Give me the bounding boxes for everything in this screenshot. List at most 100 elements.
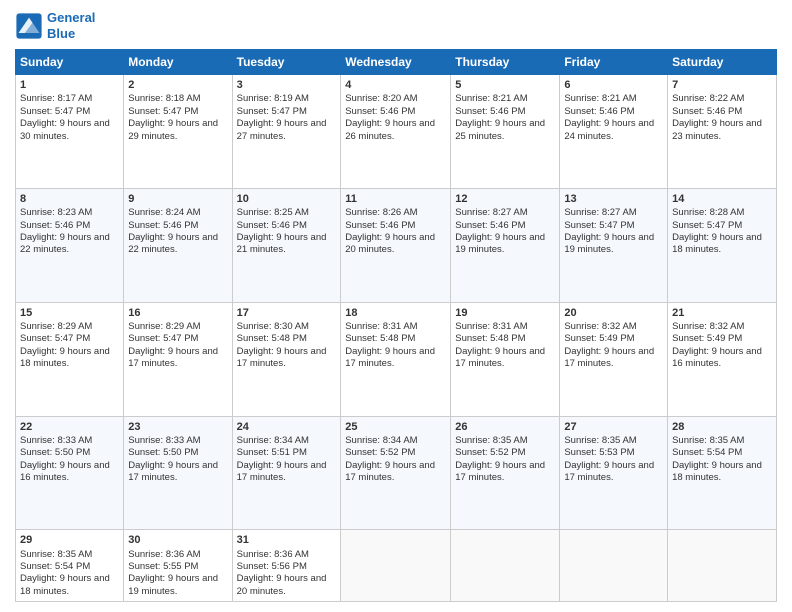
- calendar-header-row: SundayMondayTuesdayWednesdayThursdayFrid…: [16, 50, 777, 75]
- sunset-text: Sunset: 5:46 PM: [564, 106, 634, 117]
- daylight-text: Daylight: 9 hours and 22 minutes.: [128, 232, 218, 255]
- day-number: 12: [455, 192, 555, 206]
- sunrise-text: Sunrise: 8:22 AM: [672, 93, 744, 104]
- calendar-cell: [668, 530, 777, 602]
- calendar-cell: 20 Sunrise: 8:32 AM Sunset: 5:49 PM Dayl…: [560, 302, 668, 416]
- daylight-text: Daylight: 9 hours and 17 minutes.: [564, 460, 654, 483]
- calendar-cell: 6 Sunrise: 8:21 AM Sunset: 5:46 PM Dayli…: [560, 75, 668, 189]
- sunrise-text: Sunrise: 8:24 AM: [128, 207, 200, 218]
- sunrise-text: Sunrise: 8:31 AM: [455, 321, 527, 332]
- daylight-text: Daylight: 9 hours and 30 minutes.: [20, 118, 110, 141]
- sunrise-text: Sunrise: 8:26 AM: [345, 207, 417, 218]
- calendar-cell: 21 Sunrise: 8:32 AM Sunset: 5:49 PM Dayl…: [668, 302, 777, 416]
- day-number: 18: [345, 306, 446, 320]
- sunrise-text: Sunrise: 8:28 AM: [672, 207, 744, 218]
- calendar-week-row: 8 Sunrise: 8:23 AM Sunset: 5:46 PM Dayli…: [16, 188, 777, 302]
- sunrise-text: Sunrise: 8:36 AM: [237, 549, 309, 560]
- calendar-cell: 31 Sunrise: 8:36 AM Sunset: 5:56 PM Dayl…: [232, 530, 341, 602]
- sunset-text: Sunset: 5:46 PM: [672, 106, 742, 117]
- sunset-text: Sunset: 5:47 PM: [672, 220, 742, 231]
- sunset-text: Sunset: 5:50 PM: [128, 447, 198, 458]
- sunrise-text: Sunrise: 8:32 AM: [672, 321, 744, 332]
- sunrise-text: Sunrise: 8:27 AM: [455, 207, 527, 218]
- sunset-text: Sunset: 5:47 PM: [237, 106, 307, 117]
- calendar-cell: [341, 530, 451, 602]
- day-number: 26: [455, 420, 555, 434]
- daylight-text: Daylight: 9 hours and 17 minutes.: [237, 346, 327, 369]
- daylight-text: Daylight: 9 hours and 18 minutes.: [20, 573, 110, 596]
- day-header-sunday: Sunday: [16, 50, 124, 75]
- calendar-cell: 12 Sunrise: 8:27 AM Sunset: 5:46 PM Dayl…: [451, 188, 560, 302]
- daylight-text: Daylight: 9 hours and 17 minutes.: [128, 460, 218, 483]
- calendar-cell: 16 Sunrise: 8:29 AM Sunset: 5:47 PM Dayl…: [124, 302, 232, 416]
- daylight-text: Daylight: 9 hours and 17 minutes.: [455, 460, 545, 483]
- sunset-text: Sunset: 5:46 PM: [345, 106, 415, 117]
- sunset-text: Sunset: 5:51 PM: [237, 447, 307, 458]
- sunrise-text: Sunrise: 8:31 AM: [345, 321, 417, 332]
- calendar-cell: 2 Sunrise: 8:18 AM Sunset: 5:47 PM Dayli…: [124, 75, 232, 189]
- day-number: 19: [455, 306, 555, 320]
- daylight-text: Daylight: 9 hours and 16 minutes.: [672, 346, 762, 369]
- sunrise-text: Sunrise: 8:29 AM: [128, 321, 200, 332]
- daylight-text: Daylight: 9 hours and 19 minutes.: [564, 232, 654, 255]
- logo-text: General Blue: [47, 10, 95, 41]
- daylight-text: Daylight: 9 hours and 17 minutes.: [455, 346, 545, 369]
- calendar-cell: 23 Sunrise: 8:33 AM Sunset: 5:50 PM Dayl…: [124, 416, 232, 530]
- logo: General Blue: [15, 10, 95, 41]
- sunset-text: Sunset: 5:46 PM: [455, 220, 525, 231]
- day-header-saturday: Saturday: [668, 50, 777, 75]
- calendar-cell: 29 Sunrise: 8:35 AM Sunset: 5:54 PM Dayl…: [16, 530, 124, 602]
- day-number: 3: [237, 78, 337, 92]
- calendar-cell: 1 Sunrise: 8:17 AM Sunset: 5:47 PM Dayli…: [16, 75, 124, 189]
- calendar-cell: 5 Sunrise: 8:21 AM Sunset: 5:46 PM Dayli…: [451, 75, 560, 189]
- sunrise-text: Sunrise: 8:27 AM: [564, 207, 636, 218]
- calendar-cell: 17 Sunrise: 8:30 AM Sunset: 5:48 PM Dayl…: [232, 302, 341, 416]
- day-number: 20: [564, 306, 663, 320]
- calendar-week-row: 29 Sunrise: 8:35 AM Sunset: 5:54 PM Dayl…: [16, 530, 777, 602]
- day-number: 2: [128, 78, 227, 92]
- sunset-text: Sunset: 5:48 PM: [237, 333, 307, 344]
- sunrise-text: Sunrise: 8:33 AM: [20, 435, 92, 446]
- daylight-text: Daylight: 9 hours and 17 minutes.: [345, 460, 435, 483]
- day-number: 9: [128, 192, 227, 206]
- sunset-text: Sunset: 5:47 PM: [564, 220, 634, 231]
- day-number: 23: [128, 420, 227, 434]
- daylight-text: Daylight: 9 hours and 20 minutes.: [237, 573, 327, 596]
- day-number: 14: [672, 192, 772, 206]
- sunrise-text: Sunrise: 8:23 AM: [20, 207, 92, 218]
- calendar-cell: 9 Sunrise: 8:24 AM Sunset: 5:46 PM Dayli…: [124, 188, 232, 302]
- sunrise-text: Sunrise: 8:21 AM: [455, 93, 527, 104]
- day-number: 29: [20, 533, 119, 547]
- daylight-text: Daylight: 9 hours and 16 minutes.: [20, 460, 110, 483]
- day-number: 7: [672, 78, 772, 92]
- daylight-text: Daylight: 9 hours and 19 minutes.: [128, 573, 218, 596]
- daylight-text: Daylight: 9 hours and 17 minutes.: [128, 346, 218, 369]
- calendar-cell: 24 Sunrise: 8:34 AM Sunset: 5:51 PM Dayl…: [232, 416, 341, 530]
- daylight-text: Daylight: 9 hours and 21 minutes.: [237, 232, 327, 255]
- day-header-friday: Friday: [560, 50, 668, 75]
- calendar-cell: 13 Sunrise: 8:27 AM Sunset: 5:47 PM Dayl…: [560, 188, 668, 302]
- calendar-cell: 7 Sunrise: 8:22 AM Sunset: 5:46 PM Dayli…: [668, 75, 777, 189]
- day-number: 21: [672, 306, 772, 320]
- day-number: 30: [128, 533, 227, 547]
- calendar-cell: 18 Sunrise: 8:31 AM Sunset: 5:48 PM Dayl…: [341, 302, 451, 416]
- daylight-text: Daylight: 9 hours and 23 minutes.: [672, 118, 762, 141]
- sunrise-text: Sunrise: 8:20 AM: [345, 93, 417, 104]
- day-number: 15: [20, 306, 119, 320]
- sunrise-text: Sunrise: 8:34 AM: [345, 435, 417, 446]
- calendar-cell: 22 Sunrise: 8:33 AM Sunset: 5:50 PM Dayl…: [16, 416, 124, 530]
- sunset-text: Sunset: 5:56 PM: [237, 561, 307, 572]
- daylight-text: Daylight: 9 hours and 22 minutes.: [20, 232, 110, 255]
- sunset-text: Sunset: 5:46 PM: [237, 220, 307, 231]
- sunrise-text: Sunrise: 8:19 AM: [237, 93, 309, 104]
- daylight-text: Daylight: 9 hours and 17 minutes.: [237, 460, 327, 483]
- day-header-wednesday: Wednesday: [341, 50, 451, 75]
- calendar-cell: 25 Sunrise: 8:34 AM Sunset: 5:52 PM Dayl…: [341, 416, 451, 530]
- sunset-text: Sunset: 5:49 PM: [564, 333, 634, 344]
- day-number: 16: [128, 306, 227, 320]
- calendar-week-row: 15 Sunrise: 8:29 AM Sunset: 5:47 PM Dayl…: [16, 302, 777, 416]
- sunset-text: Sunset: 5:49 PM: [672, 333, 742, 344]
- daylight-text: Daylight: 9 hours and 24 minutes.: [564, 118, 654, 141]
- sunset-text: Sunset: 5:52 PM: [455, 447, 525, 458]
- daylight-text: Daylight: 9 hours and 27 minutes.: [237, 118, 327, 141]
